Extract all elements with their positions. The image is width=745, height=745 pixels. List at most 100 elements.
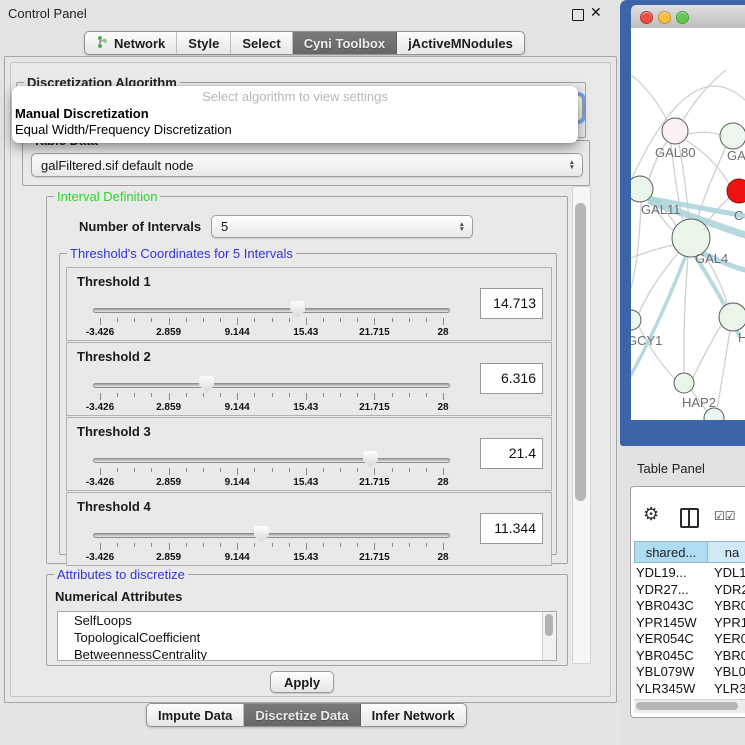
threshold-slider[interactable]: -3.4262.8599.14415.4321.71528: [93, 529, 450, 563]
table-row[interactable]: YER054CYER0: [634, 631, 745, 648]
network-edge[interactable]: [717, 330, 730, 409]
list-scrollbar-thumb[interactable]: [545, 614, 553, 636]
network-node-GAL-top[interactable]: [720, 123, 745, 149]
tab-jactivemnodules[interactable]: jActiveMNodules: [397, 32, 524, 54]
tab-discretize-data[interactable]: Discretize Data: [244, 704, 360, 726]
table-hscrollbar[interactable]: [634, 699, 745, 713]
threshold-label: Threshold 1: [77, 274, 151, 289]
table-row[interactable]: YBL079WYBL0: [634, 664, 745, 681]
list-item[interactable]: SelfLoops: [58, 612, 556, 629]
network-edge[interactable]: [631, 75, 667, 120]
table-hscrollbar-thumb[interactable]: [636, 702, 738, 710]
cell-name: YBR0: [714, 648, 745, 663]
cell-shared-name: YDL19...: [636, 565, 687, 580]
minimize-traffic-icon[interactable]: [658, 11, 671, 24]
checkbox-icons[interactable]: ☑☑: [714, 509, 736, 523]
top-tab-bar: Network Style SelectCyni ToolboxjActiveMNo…: [84, 31, 525, 55]
slider-thumb[interactable]: [290, 301, 305, 318]
threshold-value-field[interactable]: 21.4: [480, 438, 543, 469]
close-icon[interactable]: ✕: [590, 4, 602, 21]
slider-tick-labels: -3.4262.8599.14415.4321.71528: [100, 402, 443, 414]
apply-button[interactable]: Apply: [270, 671, 334, 693]
network-edge[interactable]: [684, 257, 688, 373]
num-intervals-label: Number of Intervals: [79, 219, 201, 234]
threshold-slider[interactable]: -3.4262.8599.14415.4321.71528: [93, 304, 450, 338]
network-canvas[interactable]: GAL80GACGAL11GAL4GCY1HHAP2: [631, 28, 745, 420]
list-item[interactable]: BetweennessCentrality: [58, 646, 556, 661]
table-rows: YDL19...YDL1YDR27...YDR2YBR043CYBR0YPR14…: [634, 565, 745, 714]
slider-thumb[interactable]: [199, 376, 214, 393]
list-item[interactable]: TopologicalCoefficient: [58, 629, 556, 646]
zoom-traffic-icon[interactable]: [676, 11, 689, 24]
cell-shared-name: YBL079W: [636, 664, 695, 679]
panel-scrollbar[interactable]: [572, 186, 591, 664]
cell-name: YER0: [714, 631, 745, 646]
threshold-value-field[interactable]: 11.344: [480, 513, 543, 544]
network-graph: GAL80GACGAL11GAL4GCY1HHAP2: [631, 28, 745, 420]
network-window-titlebar[interactable]: [631, 5, 745, 29]
interval-definition-group: Interval Definition Number of Intervals …: [46, 196, 568, 564]
node-label: GAL11: [641, 202, 681, 217]
slider-tick-labels: -3.4262.8599.14415.4321.71528: [100, 327, 443, 339]
cell-shared-name: YBR043C: [636, 598, 694, 613]
threshold-slider[interactable]: -3.4262.8599.14415.4321.71528: [93, 379, 450, 413]
tab-label: Style: [188, 36, 219, 51]
split-columns-icon[interactable]: [680, 508, 699, 528]
tab-impute-data[interactable]: Impute Data: [147, 704, 244, 726]
network-node-H-node[interactable]: [719, 303, 745, 331]
table-data-group: Table Data galFiltered.sif default node …: [22, 140, 590, 186]
threshold-label: Threshold 2: [77, 349, 151, 364]
table-row[interactable]: YLR345WYLR3: [634, 681, 745, 698]
scrollbar-thumb[interactable]: [575, 203, 586, 501]
tab-cyni-toolbox[interactable]: Cyni Toolbox: [293, 32, 397, 54]
network-node-HAP2[interactable]: [674, 373, 694, 393]
dropdown-item[interactable]: Manual Discretization: [12, 106, 578, 122]
table-row[interactable]: YPR145WYPR1: [634, 615, 745, 632]
slider-ticks: [100, 543, 443, 551]
threshold-value-field[interactable]: 6.316: [480, 363, 543, 394]
table-data-combo[interactable]: galFiltered.sif default node ▲▼: [31, 153, 583, 177]
node-label: GAL80: [655, 145, 695, 160]
tab-infer-network[interactable]: Infer Network: [361, 704, 466, 726]
slider-ticks: [100, 393, 443, 401]
dropdown-item[interactable]: Equal Width/Frequency Discretization: [12, 122, 578, 138]
slider-tick-labels: -3.4262.8599.14415.4321.71528: [100, 552, 443, 564]
gear-icon[interactable]: ⚙: [643, 505, 659, 523]
tab-label: Network: [114, 36, 165, 51]
close-traffic-icon[interactable]: [640, 11, 653, 24]
panel-title: Control Panel: [8, 6, 87, 21]
column-header-shared[interactable]: shared...: [634, 541, 708, 563]
table-row[interactable]: YBR045CYBR0: [634, 648, 745, 665]
threshold-value-field[interactable]: 14.713: [480, 288, 543, 319]
network-edge[interactable]: [693, 325, 721, 378]
table-panel: ⚙ ☑☑ shared... na YDL19...YDL1YDR27...YD…: [630, 486, 745, 718]
network-node-GAL11[interactable]: [631, 176, 653, 202]
network-edge[interactable]: [688, 132, 721, 135]
list-scrollbar[interactable]: [542, 612, 556, 660]
tab-network[interactable]: Network: [85, 32, 177, 54]
table-data-combo-value: galFiltered.sif default node: [41, 158, 193, 173]
thresholds-group-title: Threshold's Coordinates for 5 Intervals: [67, 246, 296, 261]
numerical-attributes-list[interactable]: SelfLoopsTopologicalCoefficientBetweenne…: [57, 611, 557, 661]
network-edge[interactable]: [639, 252, 679, 313]
interval-definition-title: Interval Definition: [54, 189, 160, 204]
slider-tick-labels: -3.4262.8599.14415.4321.71528: [100, 477, 443, 489]
table-row[interactable]: YBR043CYBR0: [634, 598, 745, 615]
tab-style[interactable]: Style: [177, 32, 231, 54]
threshold-panel: Threshold 4-3.4262.8599.14415.4321.71528…: [66, 492, 552, 566]
combo-arrows-icon: ▲▼: [569, 160, 575, 170]
column-header-name[interactable]: na: [707, 541, 745, 563]
table-row[interactable]: YDR27...YDR2: [634, 582, 745, 599]
num-intervals-combo[interactable]: 5 ▲▼: [211, 215, 473, 238]
slider-thumb[interactable]: [254, 526, 269, 543]
network-node-red-node[interactable]: [727, 179, 745, 203]
threshold-slider[interactable]: -3.4262.8599.14415.4321.71528: [93, 454, 450, 488]
network-icon: [96, 35, 109, 52]
float-window-icon[interactable]: [572, 9, 584, 21]
slider-thumb[interactable]: [363, 451, 378, 468]
network-node-GAL80[interactable]: [662, 118, 688, 144]
tab-select[interactable]: Select: [231, 32, 292, 54]
table-row[interactable]: YDL19...YDL1: [634, 565, 745, 582]
cell-shared-name: YPR145W: [636, 615, 697, 630]
network-edge[interactable]: [631, 202, 641, 288]
